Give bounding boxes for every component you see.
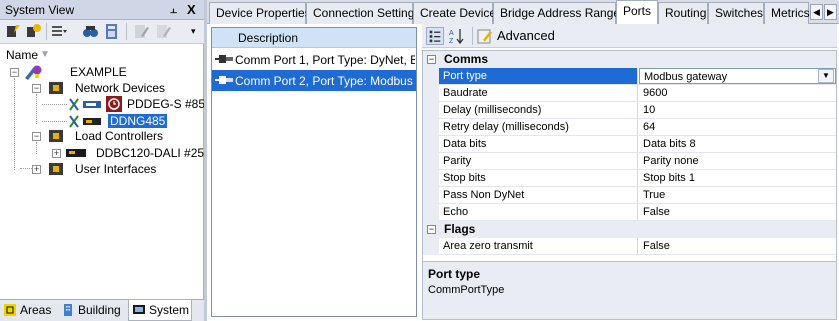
dimmer-icon — [66, 149, 86, 157]
view-tabs: Areas Building System — [0, 299, 204, 321]
sort-arrow-icon: ▼ — [40, 49, 50, 60]
alphabetical-sort-icon[interactable]: AZ — [448, 27, 466, 45]
device-link-icon — [69, 98, 101, 111]
pin-icon[interactable]: ⫠ — [170, 2, 177, 17]
system-icon — [133, 305, 145, 314]
tree-label-network-devices: Network Devices — [75, 81, 166, 95]
network-folder-icon — [49, 82, 63, 94]
binoculars-icon[interactable] — [82, 23, 99, 40]
calculator-icon[interactable] — [103, 23, 120, 40]
tab-switches[interactable]: Switches — [708, 2, 764, 24]
collapse-icon[interactable]: − — [32, 84, 41, 93]
tree-node-load-device[interactable]: + DDBC120-DALI #255 — [0, 145, 211, 162]
tab-scroll-left-icon[interactable]: ◀ — [810, 4, 823, 20]
property-row-area-zero-transmit[interactable]: Area zero transmit False — [423, 238, 836, 255]
tab-connection-settings[interactable]: Connection Settings — [306, 2, 420, 24]
tree-column-header[interactable]: Name ▼ — [0, 46, 204, 64]
property-grid-body: − Comms Port type Modbus gateway ▼ Baudra… — [422, 50, 837, 278]
property-row-echo[interactable]: Echo False — [423, 204, 836, 221]
tab-scroll-right-icon[interactable]: ▶ — [824, 4, 837, 20]
property-row-pass-non-dynet[interactable]: Pass Non DyNet True — [423, 187, 836, 204]
clock-icon — [106, 96, 122, 112]
port-row-2[interactable]: Comm Port 2, Port Type: Modbus g... — [212, 70, 416, 91]
chevron-down-icon[interactable]: ▼ — [818, 69, 834, 83]
device-link-icon — [69, 115, 101, 128]
svg-text:A: A — [449, 30, 454, 37]
system-view-titlebar: System View ⫠ X — [0, 0, 204, 20]
port-list: Description Comm Port 1, Port Type: DyNe… — [211, 27, 417, 317]
collapse-icon[interactable]: − — [32, 132, 41, 141]
advanced-edit-icon — [477, 29, 492, 44]
tree-label-device-pddeg: PDDEG-S #85 — [127, 97, 206, 111]
category-comms[interactable]: − Comms — [423, 51, 836, 68]
view-options-icon[interactable] — [51, 23, 68, 40]
tab-system[interactable]: System — [128, 300, 192, 321]
property-row-parity[interactable]: Parity Parity none — [423, 153, 836, 170]
tab-building[interactable]: Building — [58, 300, 128, 321]
property-grid-toolbar: AZ Advanced — [422, 24, 837, 48]
tree-node-network-devices[interactable]: − Network Devices — [0, 80, 200, 97]
wizard-icon[interactable] — [25, 23, 42, 40]
ui-folder-icon — [49, 163, 63, 175]
edit-disabled-icon[interactable] — [155, 23, 172, 40]
property-row-baudrate[interactable]: Baudrate 9600 — [423, 85, 836, 102]
collapse-icon[interactable]: − — [10, 68, 19, 77]
port-row-1[interactable]: Comm Port 1, Port Type: DyNet, Ba... — [212, 49, 416, 70]
system-view-title: System View — [5, 3, 75, 17]
tree-node-load-controllers[interactable]: − Load Controllers — [0, 128, 200, 145]
tree-label-load-device: DDBC120-DALI #255 — [96, 146, 211, 160]
system-view-toolbar: ▾ — [0, 20, 204, 44]
property-row-port-type[interactable]: Port type Modbus gateway ▼ — [423, 68, 836, 85]
help-title: Port type — [428, 267, 481, 281]
property-row-data-bits[interactable]: Data bits Data bits 8 — [423, 136, 836, 153]
system-view-panel: System View ⫠ X ▾ Name ▼ − EXAMPLE − Net… — [0, 0, 211, 321]
tab-areas[interactable]: Areas — [0, 300, 57, 321]
collapse-icon[interactable]: − — [427, 55, 436, 64]
toolbar-overflow-icon[interactable]: ▾ — [191, 26, 196, 37]
tree-node-root[interactable]: − EXAMPLE — [0, 64, 200, 81]
tab-metrics[interactable]: Metrics — [764, 2, 810, 24]
ports-tab-content: Description Comm Port 1, Port Type: DyNe… — [207, 24, 839, 321]
tree-node-device-pddeg[interactable]: PDDEG-S #85 — [0, 96, 205, 113]
collapse-icon[interactable]: − — [427, 225, 436, 234]
property-row-retry-delay[interactable]: Retry delay (milliseconds) 64 — [423, 119, 836, 136]
tree-label-root: EXAMPLE — [70, 65, 127, 79]
close-icon[interactable]: X — [187, 2, 196, 17]
svg-text:Z: Z — [449, 38, 454, 45]
property-row-stop-bits[interactable]: Stop bits Stop bits 1 — [423, 170, 836, 187]
tab-ports[interactable]: Ports — [616, 0, 658, 25]
edit-icon[interactable] — [133, 23, 150, 40]
port-list-header[interactable]: Description — [212, 28, 416, 48]
description-column-label: Description — [238, 31, 299, 45]
expand-icon[interactable]: + — [52, 149, 61, 158]
tree-label-device-ddng485: DDNG485 — [108, 114, 168, 128]
port-connector-icon — [215, 76, 233, 84]
port-type-select[interactable]: Modbus gateway ▼ — [639, 68, 836, 84]
property-help-panel: Port type CommPortType — [422, 261, 837, 320]
tree-label-load-controllers: Load Controllers — [75, 129, 164, 143]
help-description: CommPortType — [428, 284, 505, 296]
areas-icon — [4, 304, 16, 316]
tab-bridge-address-ranges[interactable]: Bridge Address Ranges — [493, 2, 626, 24]
name-column-label: Name — [6, 48, 39, 62]
tree-node-user-interfaces[interactable]: + User Interfaces — [0, 161, 200, 178]
add-item-icon[interactable] — [5, 23, 22, 40]
property-grid: AZ Advanced − Comms Port type Modbus gat… — [422, 24, 837, 321]
tab-device-properties[interactable]: Device Properties — [209, 2, 311, 24]
property-row-delay[interactable]: Delay (milliseconds) 10 — [423, 102, 836, 119]
tab-create-device[interactable]: Create Device — [413, 2, 496, 24]
expand-icon[interactable]: + — [32, 165, 41, 174]
categorized-view-icon[interactable] — [426, 27, 444, 45]
tree-label-user-interfaces: User Interfaces — [75, 162, 157, 176]
building-icon — [64, 304, 72, 316]
property-tab-bar: Device Properties Connection Settings Cr… — [207, 0, 839, 25]
category-flags[interactable]: − Flags — [423, 221, 836, 238]
load-folder-icon — [49, 130, 63, 142]
tab-routing[interactable]: Routing — [658, 2, 708, 24]
project-icon — [25, 65, 42, 80]
port-connector-icon — [215, 55, 233, 63]
